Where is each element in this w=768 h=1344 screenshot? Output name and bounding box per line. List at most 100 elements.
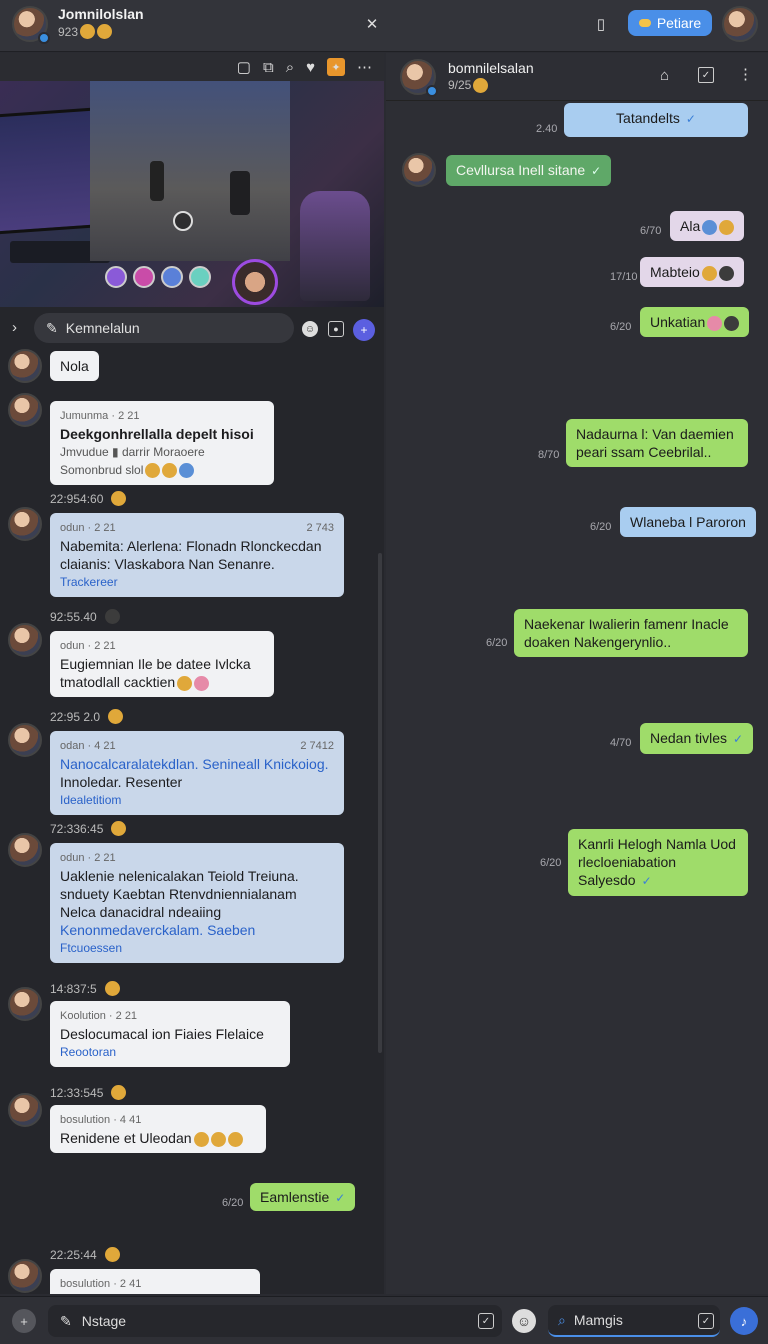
attachment-link[interactable]: Trackereer [60,573,334,591]
incoming-message[interactable]: Cevllursa Inell sitane ✓ [446,155,612,186]
header-subtitle: 923 [58,24,113,39]
emoji-picker-icon[interactable]: ☺ [302,321,318,337]
checkbox-icon[interactable]: ✓ [698,67,714,83]
contact-avatar[interactable] [400,59,438,97]
pen-icon: ✎ [60,1312,72,1329]
contact-avatar[interactable] [402,153,436,187]
more-icon[interactable]: ⋯ [357,58,372,76]
outgoing-message[interactable]: Mabteio [640,257,744,287]
heart-icon[interactable]: ♥ [306,59,315,76]
check-icon[interactable]: ✓ [698,1313,714,1329]
sender-avatar[interactable] [8,987,42,1021]
game-scene [90,81,290,261]
primary-action-button[interactable]: Petiare [628,10,712,36]
monitor-shape [0,107,100,235]
scrollbar[interactable] [378,553,382,1053]
sender-avatar[interactable] [8,1093,42,1127]
message-time: 2.40 [536,123,558,135]
message-time: 6/20 [540,857,562,869]
pin-icon[interactable]: ✕ [360,12,384,36]
attachment-link[interactable]: Reootoran [60,1043,280,1061]
gift-icon[interactable]: ✦ [327,58,345,76]
chat-search-row: › ✎ Kemnelalun ☺ ● + [0,311,384,347]
message-time: 6/20 [222,1197,244,1209]
chat-message[interactable]: Nola [50,351,99,381]
voice-icon[interactable]: ♪ [730,1307,758,1335]
sender-avatar[interactable] [8,723,42,757]
message-timestamp: 22:25:44 [50,1247,120,1262]
read-check-icon: ✓ [335,1191,346,1205]
character-figure [230,171,250,215]
message-time: 4/70 [610,737,632,749]
search-icon[interactable]: ⌕ [286,59,294,76]
message-time: 17/10 [610,271,638,283]
outgoing-message[interactable]: Nadaurna l: Van daemien peari ssam Ceebr… [566,419,748,467]
add-icon[interactable]: + [353,319,375,341]
sender-avatar[interactable] [8,507,42,541]
sender-avatar[interactable] [8,1259,42,1293]
chat-message[interactable]: bosulution · 4 41 Renidene et Uleodan [50,1105,266,1153]
chat-search-input[interactable]: ✎ Kemnelalun [34,313,294,343]
character-figure [150,161,164,201]
chat-message[interactable]: odan · 4 21 2 7412 Nanocalcaralatekdlan. … [50,731,344,815]
chat-header: bomnilelsalan 9/25 ⌂ ✓ ⋮ [386,53,768,101]
header-title: Jomnilolslan [58,6,144,22]
chat-message[interactable]: odun · 2 21 2 743 Nabemita: Alerlena: Flo… [50,513,344,597]
attachment-link[interactable]: Ftcuoessen [60,939,334,957]
profile-avatar[interactable] [722,6,758,42]
message-input[interactable]: ✎ Nstage [48,1305,502,1337]
message-timestamp: 14:837:5 [50,981,120,996]
outgoing-message[interactable]: Wlaneba l Paroron [620,507,756,537]
chat-message[interactable]: bosulution · 2 41 [50,1269,260,1294]
outgoing-message[interactable]: Kanrli Helogh Namla Uod rlecloeniabation… [568,829,748,896]
bottom-bar: + ✎ Nstage ✓ ☺ ⌕ Mamgis ✓ ♪ [0,1296,768,1344]
chat-message[interactable]: Jumunma · 2 21 Deekgonhrellalla depelt h… [50,401,274,485]
send-icon[interactable]: ✓ [478,1313,494,1329]
contact-name: bomnilelsalan [448,60,534,76]
streamer-cam [232,259,278,305]
kebab-menu-icon[interactable]: ⋮ [738,65,753,83]
outgoing-message[interactable]: Tatandelts ✓ [564,103,748,137]
chat-message[interactable]: Koolution · 2 21 Deslocumacal ion Fiaies… [50,1001,290,1067]
bookmark-icon[interactable]: ▯ [590,12,612,36]
screen-share-icon[interactable]: ⧉ [263,59,274,76]
right-panel: bomnilelsalan 9/25 ⌂ ✓ ⋮ 2.40 Tatandelts… [386,53,768,1294]
user-avatar[interactable] [12,6,50,44]
sender-avatar[interactable] [8,623,42,657]
chat-message[interactable]: odun · 2 21 Uaklenie nelenicalakan Teiol… [50,843,344,963]
chevron-right-icon[interactable]: › [12,319,17,336]
outgoing-message[interactable]: Naekenar Iwalierin famenr Inacle doaken … [514,609,748,657]
message-timestamp: 22:95 2.0 [50,709,124,724]
attachment-link[interactable]: Idealetitiom [60,791,334,809]
message-timestamp: 22:954:60 [50,491,127,506]
outgoing-message[interactable]: Ala [670,211,745,241]
chat-bubble-icon [638,19,651,27]
chat-message[interactable]: odun · 2 21 Eugiemnian Ile be datee Ivlc… [50,631,274,697]
emoji-icon[interactable]: ☺ [512,1309,536,1333]
outgoing-message[interactable]: Unkatian [640,307,750,337]
pencil-icon: ✎ [46,319,58,336]
left-panel: ▢ ⧉ ⌕ ♥ ✦ ⋯ › ✎ Kemnelalun ☺ ● + Nola Ju… [0,53,384,1294]
chair-shape [300,191,370,301]
smile-emoji-icon [80,24,96,39]
outgoing-message[interactable]: Nedan tivles ✓ [640,723,754,754]
video-toolbar: ▢ ⧉ ⌕ ♥ ✦ ⋯ [0,53,384,81]
message-search[interactable]: ⌕ Mamgis [548,1305,720,1337]
outgoing-message[interactable]: Eamlenstie ✓ [250,1183,356,1211]
play-control-icon[interactable] [173,211,193,231]
message-time: 6/20 [590,521,612,533]
record-icon[interactable]: ● [328,321,344,337]
video-player[interactable] [0,81,384,307]
contact-status: 9/25 [448,78,489,94]
sender-avatar[interactable] [8,349,42,383]
search-icon: ⌕ [558,1311,566,1328]
top-bar: Jomnilolslan 923 ✕ ▯ Petiare [0,0,768,52]
message-timestamp: 72:336:45 [50,821,127,836]
home-icon[interactable]: ⌂ [660,67,669,84]
message-time: 6/70 [640,225,662,237]
grin-emoji-icon [97,24,113,39]
sender-avatar[interactable] [8,393,42,427]
attach-icon[interactable]: + [12,1309,36,1333]
window-icon[interactable]: ▢ [237,58,251,76]
sender-avatar[interactable] [8,833,42,867]
